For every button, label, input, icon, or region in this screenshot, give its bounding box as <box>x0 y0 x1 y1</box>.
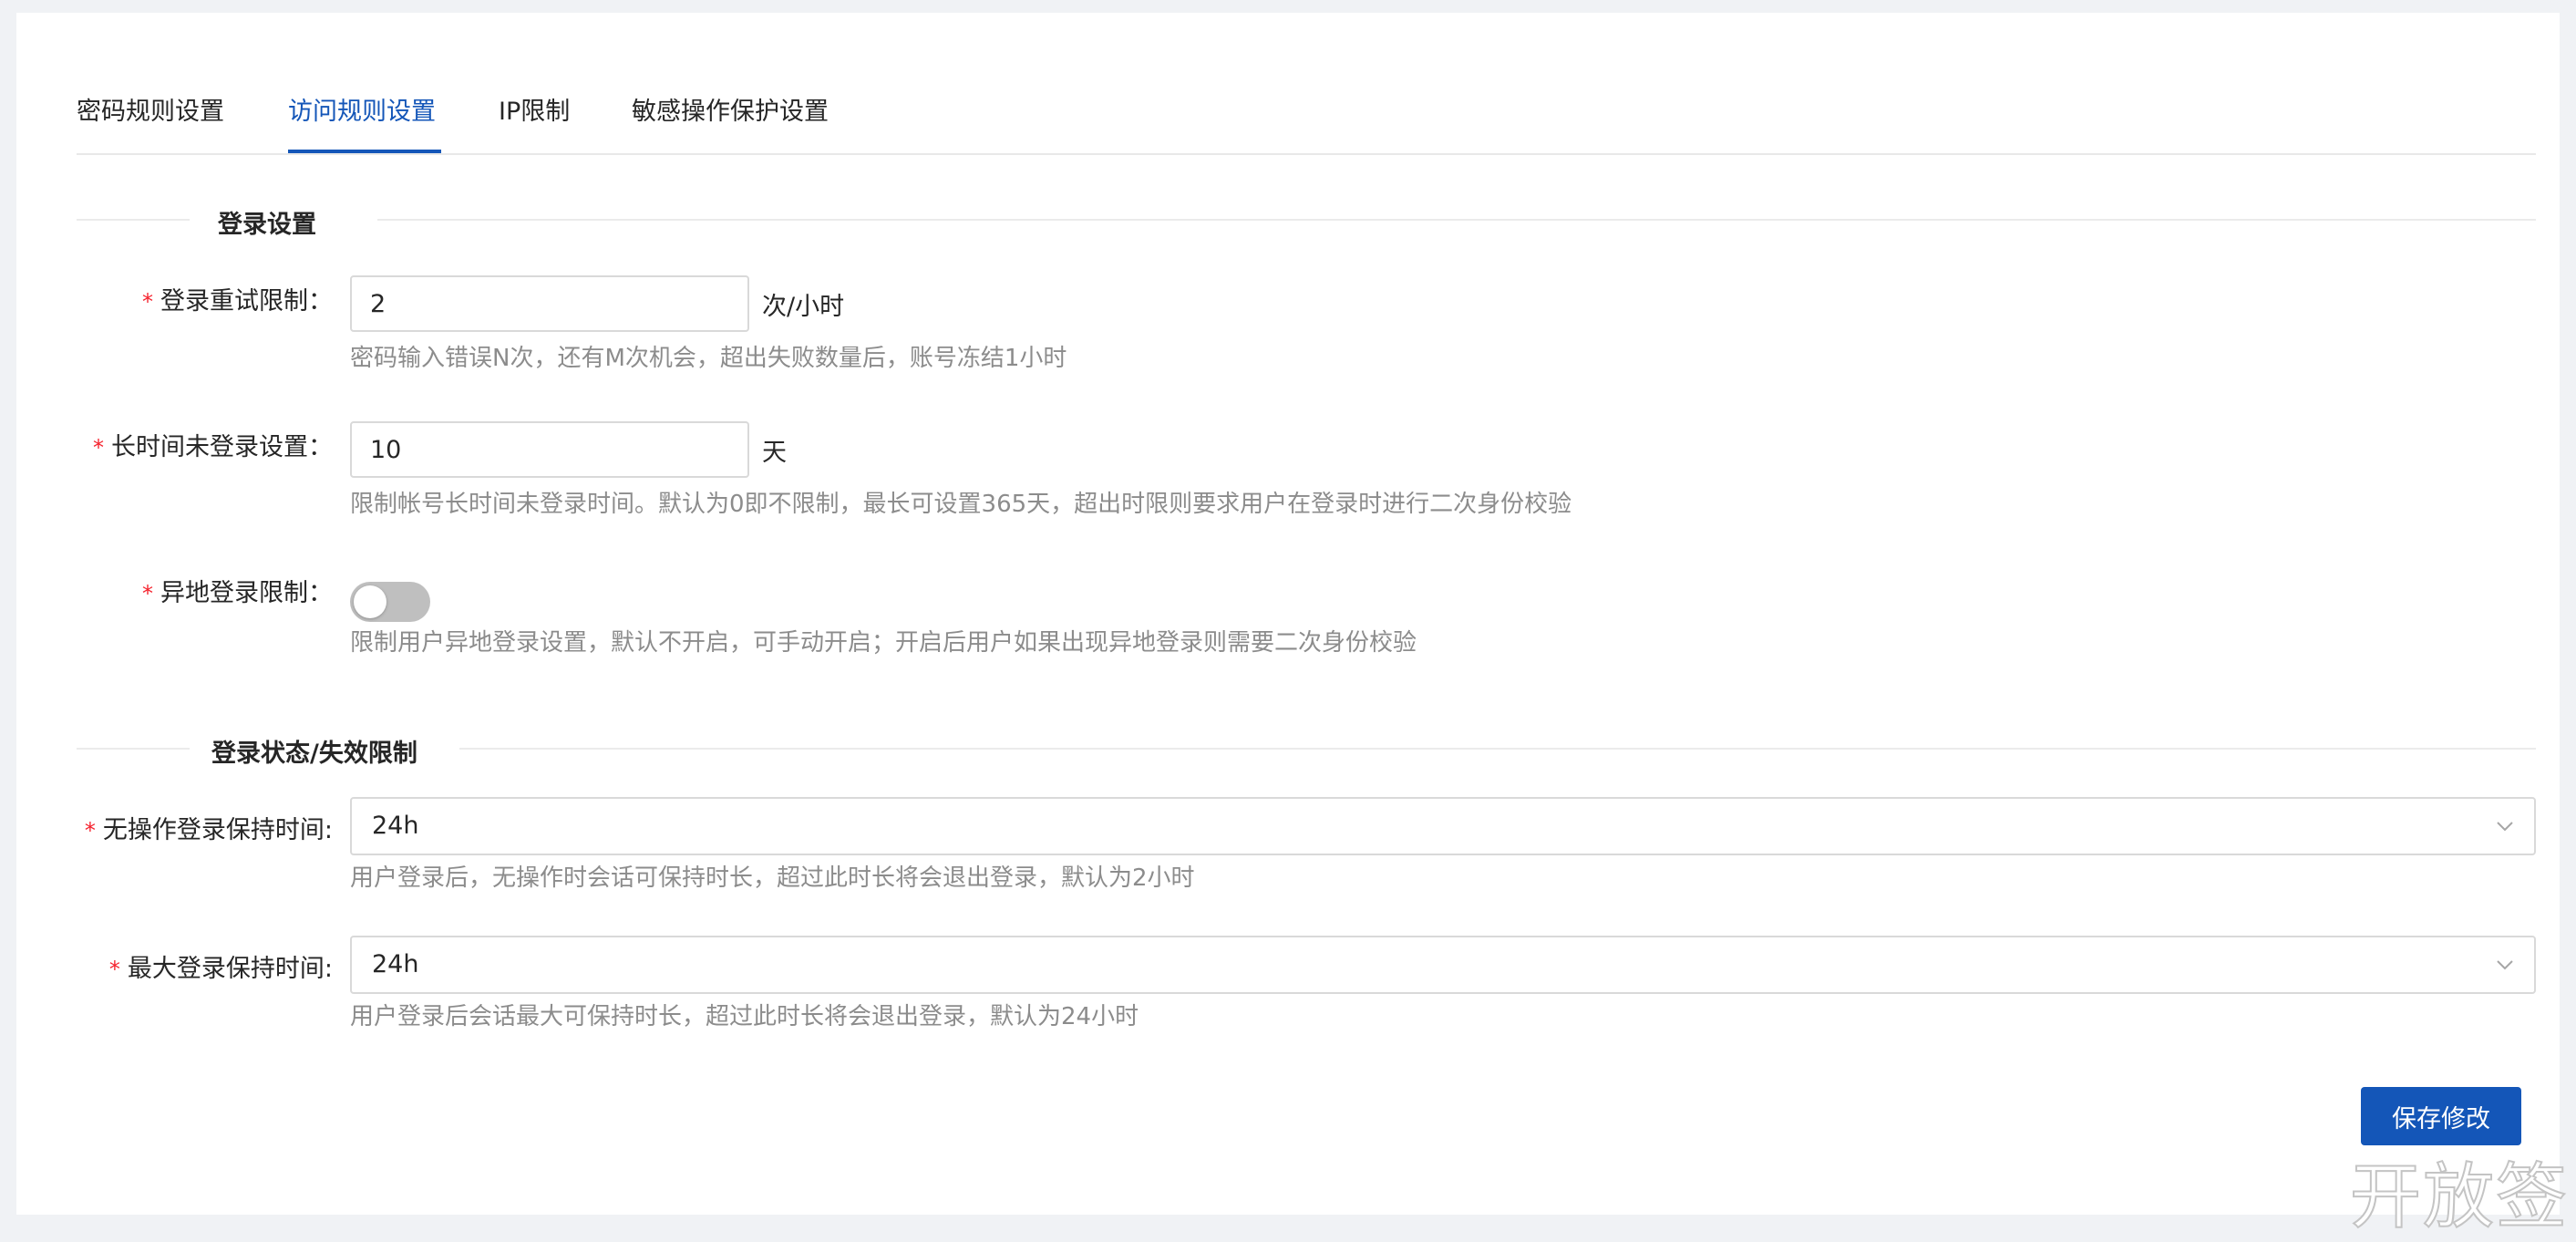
inactive-limit-input[interactable] <box>350 421 749 478</box>
inactive-limit-label: * 长时间未登录设置： <box>93 433 333 461</box>
switch-knob <box>354 585 386 618</box>
required-mark: * <box>93 435 104 461</box>
required-mark: * <box>142 581 153 606</box>
retry-limit-help: 密码输入错误N次，还有M次机会，超出失败数量后，账号冻结1小时 <box>350 345 1067 372</box>
remote-login-label-wrap: * 异地登录限制： <box>16 573 333 609</box>
tab-sensitive-operation[interactable]: 敏感操作保护设置 <box>632 91 829 127</box>
remote-login-label: * 异地登录限制： <box>142 579 333 607</box>
required-mark: * <box>108 957 120 982</box>
section-divider-right <box>459 748 2536 750</box>
idle-timeout-label: * 无操作登录保持时间: <box>84 816 333 844</box>
max-session-label: * 最大登录保持时间: <box>108 955 333 983</box>
required-mark: * <box>84 818 96 844</box>
section-divider-left <box>77 219 190 221</box>
max-session-help: 用户登录后会话最大可保持时长，超过此时长将会退出登录，默认为24小时 <box>350 1003 1139 1030</box>
inactive-limit-unit: 天 <box>762 439 787 467</box>
section-divider-left <box>77 748 190 750</box>
settings-tabs: 密码规则设置 访问规则设置 IP限制 敏感操作保护设置 <box>77 78 2536 155</box>
inactive-limit-help: 限制帐号长时间未登录时间。默认为0即不限制，最长可设置365天，超出时限则要求用… <box>350 491 1572 518</box>
tab-password-rules[interactable]: 密码规则设置 <box>77 91 224 127</box>
idle-timeout-select[interactable]: 24h <box>350 797 2536 855</box>
inactive-limit-label-wrap: * 长时间未登录设置： <box>16 427 333 463</box>
retry-limit-label-wrap: * 登录重试限制： <box>16 281 333 317</box>
max-session-select[interactable]: 24h <box>350 936 2536 994</box>
settings-card: 密码规则设置 访问规则设置 IP限制 敏感操作保护设置 登录设置 * 登录重试限制… <box>16 13 2560 1215</box>
chevron-down-icon <box>2497 822 2513 832</box>
required-mark: * <box>142 289 153 315</box>
retry-limit-input[interactable] <box>350 275 749 332</box>
section-title: 登录状态/失效限制 <box>211 740 417 768</box>
remote-login-help: 限制用户异地登录设置，默认不开启，可手动开启；开启后用户如果出现异地登录则需要二… <box>350 629 1417 657</box>
retry-limit-label: * 登录重试限制： <box>142 287 333 316</box>
save-changes-button[interactable]: 保存修改 <box>2361 1087 2521 1145</box>
section-login-settings: 登录设置 <box>77 201 2536 239</box>
section-divider-right <box>377 219 2536 221</box>
idle-timeout-value: 24h <box>372 812 419 840</box>
tab-ip-limit[interactable]: IP限制 <box>499 91 570 127</box>
active-tab-indicator <box>288 150 441 153</box>
max-session-value: 24h <box>372 950 419 978</box>
watermark-logo: 开放签 <box>2349 1155 2570 1239</box>
max-session-label-wrap: * 最大登录保持时间: <box>16 948 333 985</box>
idle-timeout-help: 用户登录后，无操作时会话可保持时长，超过此时长将会退出登录，默认为2小时 <box>350 864 1195 892</box>
idle-timeout-label-wrap: * 无操作登录保持时间: <box>16 810 333 846</box>
tab-access-rules[interactable]: 访问规则设置 <box>288 91 436 127</box>
section-session-settings: 登录状态/失效限制 <box>77 730 2536 768</box>
chevron-down-icon <box>2497 960 2513 970</box>
remote-login-switch[interactable] <box>350 582 430 622</box>
retry-limit-unit: 次/小时 <box>762 293 845 321</box>
section-title: 登录设置 <box>218 211 316 239</box>
